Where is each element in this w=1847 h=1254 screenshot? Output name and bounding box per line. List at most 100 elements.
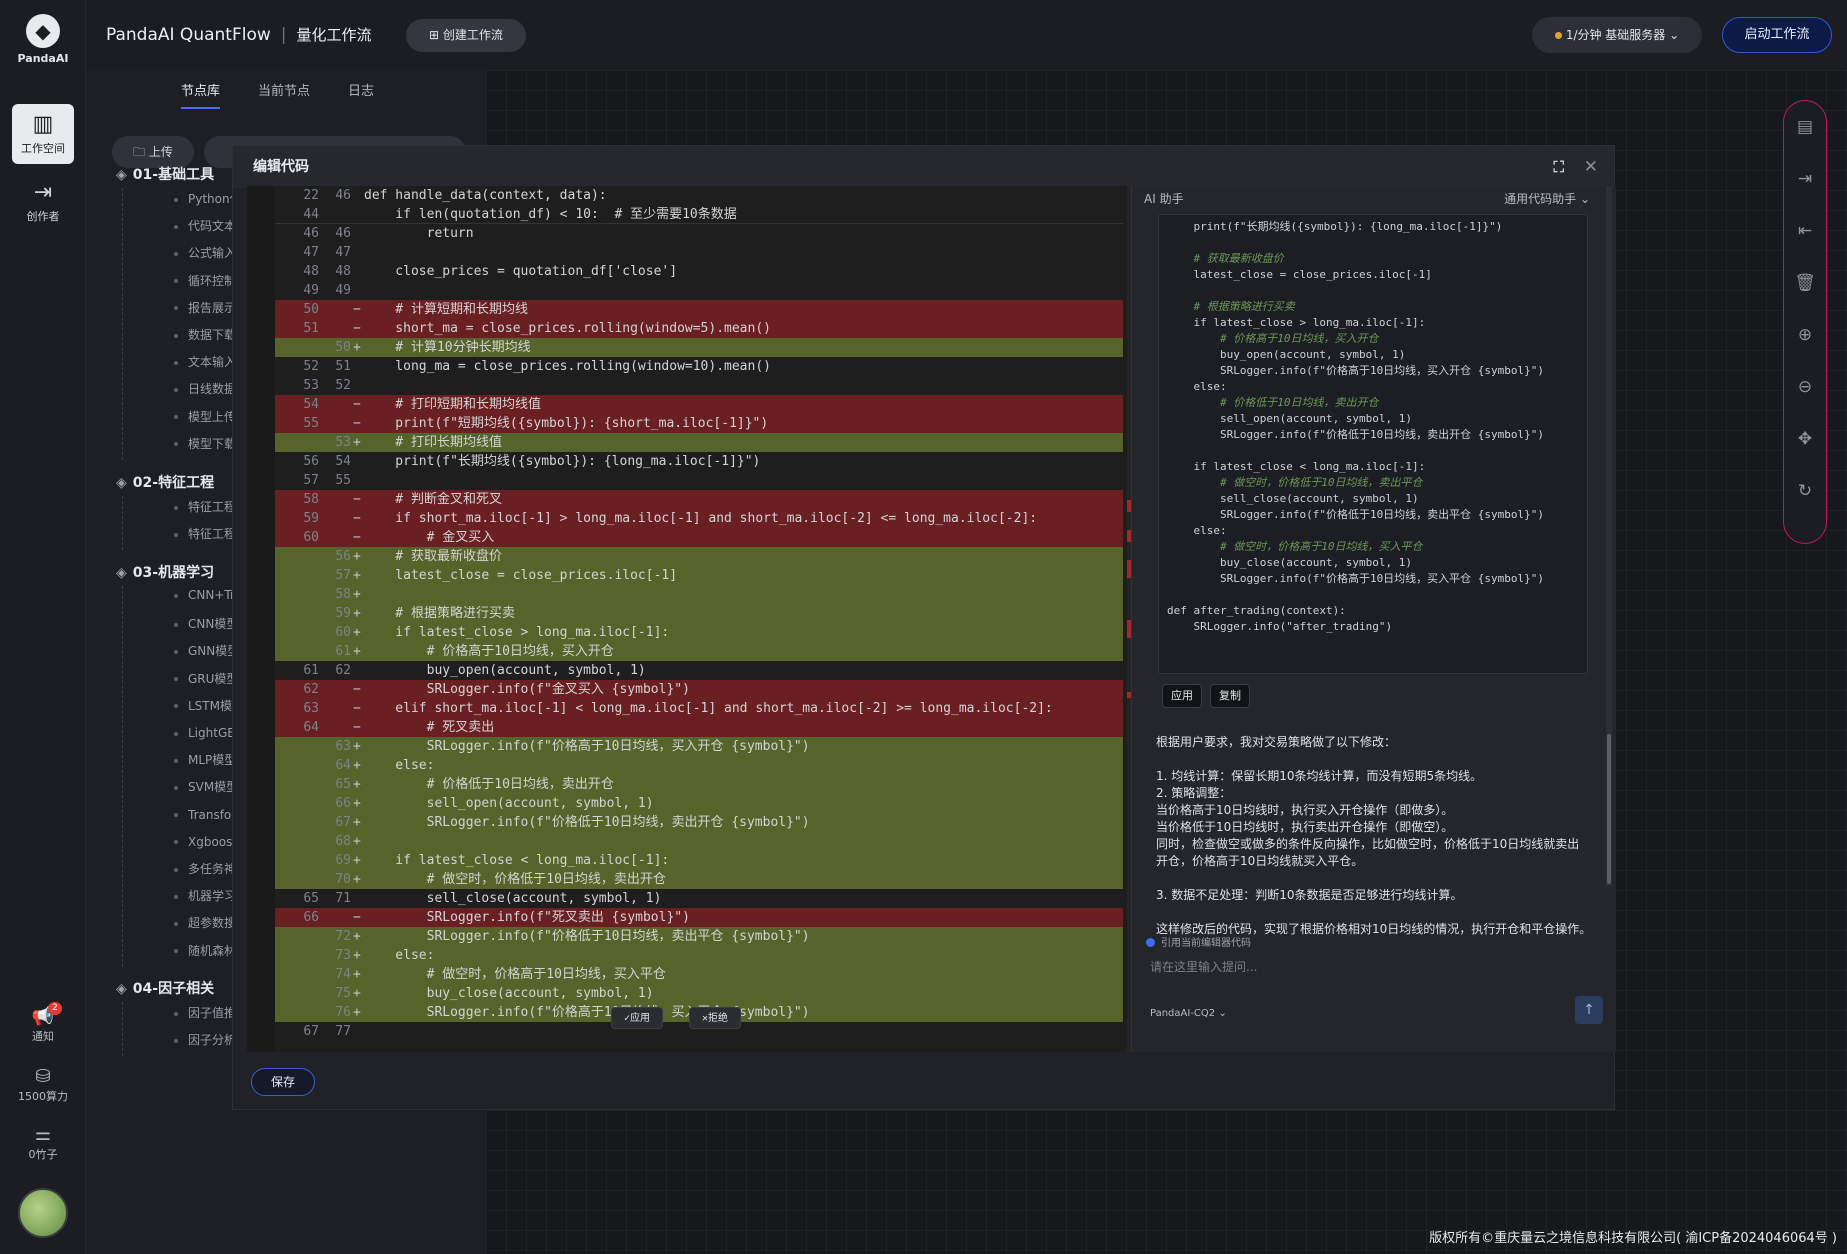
- start-workflow-button[interactable]: 启动工作流: [1722, 17, 1832, 53]
- code-line[interactable]: 61 62 buy_open(account, symbol, 1): [275, 661, 1123, 680]
- node-item[interactable]: 文本输入: [174, 353, 236, 370]
- nav-creator[interactable]: ⇥ 创作者: [12, 172, 74, 232]
- code-line[interactable]: 50− # 计算短期和长期均线: [275, 300, 1123, 319]
- copy-code-button[interactable]: 复制: [1210, 684, 1250, 708]
- node-item[interactable]: 模型下载: [174, 435, 236, 452]
- tab-node-library[interactable]: 节点库: [181, 80, 221, 109]
- notifications[interactable]: 📢 2 通知: [8, 1002, 78, 1044]
- node-item[interactable]: 循环控制: [174, 272, 236, 289]
- node-item[interactable]: 多任务神经网络: [174, 860, 236, 877]
- code-line[interactable]: 69 + if latest_close < long_ma.iloc[-1]:: [275, 851, 1123, 870]
- save-button[interactable]: 保存: [251, 1068, 315, 1096]
- code-line[interactable]: 72 + SRLogger.info(f"价格低于10日均线，卖出平仓 {symb…: [275, 927, 1123, 946]
- code-line[interactable]: 50 + # 计算10分钟长期均线: [275, 338, 1123, 357]
- export-icon[interactable]: ⇥: [1784, 153, 1826, 205]
- code-line[interactable]: 53 52: [275, 376, 1123, 395]
- category-header[interactable]: ◈ 02-特征工程: [116, 472, 214, 492]
- code-line[interactable]: 70 + # 做空时，价格低于10日均线，卖出开仓: [275, 870, 1123, 889]
- code-line[interactable]: 56 54 print(f"长期均线({symbol}): {long_ma.il…: [275, 452, 1123, 471]
- code-line[interactable]: 64 + else:: [275, 756, 1123, 775]
- node-item[interactable]: SVM模型: [174, 778, 236, 795]
- code-line[interactable]: 66− SRLogger.info(f"死叉卖出 {symbol}"): [275, 908, 1123, 927]
- assistant-mode-select[interactable]: 通用代码助手 ⌄: [1504, 186, 1590, 212]
- code-line[interactable]: 59 + # 根据策略进行买卖: [275, 604, 1123, 623]
- code-line[interactable]: 68 +: [275, 832, 1123, 851]
- code-line[interactable]: 46 46 return: [275, 224, 1123, 243]
- zoom-in-icon[interactable]: ⊕: [1784, 309, 1826, 361]
- node-item[interactable]: 代码文本输入: [174, 217, 236, 234]
- code-line[interactable]: 66 + sell_open(account, symbol, 1): [275, 794, 1123, 813]
- node-item[interactable]: 报告展示: [174, 299, 236, 316]
- import-icon[interactable]: ⇤: [1784, 205, 1826, 257]
- trash-icon[interactable]: 🗑: [1784, 257, 1826, 309]
- zoom-out-icon[interactable]: ⊖: [1784, 361, 1826, 413]
- node-item[interactable]: GNN模型: [174, 642, 236, 659]
- code-line[interactable]: 47 47: [275, 243, 1123, 262]
- node-item[interactable]: CNN+Transformer: [174, 588, 236, 602]
- code-line[interactable]: 65 + # 价格低于10日均线，卖出开仓: [275, 775, 1123, 794]
- node-item[interactable]: 公式输入: [174, 244, 236, 261]
- code-line[interactable]: 48 48 close_prices = quotation_df['close'…: [275, 262, 1123, 281]
- node-item[interactable]: LSTM模型: [174, 697, 236, 714]
- save-icon[interactable]: ▤: [1784, 101, 1826, 153]
- create-workflow-button[interactable]: ⊞ 创建工作流: [406, 19, 526, 52]
- code-line[interactable]: 54− # 打印短期和长期均线值: [275, 395, 1123, 414]
- code-line[interactable]: 51− short_ma = close_prices.rolling(wind…: [275, 319, 1123, 338]
- server-selector[interactable]: 1/分钟 基础服务器 ⌄: [1532, 17, 1702, 53]
- code-line[interactable]: 60− # 金叉买入: [275, 528, 1123, 547]
- code-line[interactable]: 67 + SRLogger.info(f"价格低于10日均线，卖出开仓 {symb…: [275, 813, 1123, 832]
- code-line[interactable]: 63− elif short_ma.iloc[-1] < long_ma.ilo…: [275, 699, 1123, 718]
- code-line[interactable]: 58 +: [275, 585, 1123, 604]
- node-item[interactable]: 特征工程构建: [174, 525, 236, 542]
- node-item[interactable]: 数据下载: [174, 326, 236, 343]
- category-header[interactable]: ◈ 03-机器学习: [116, 562, 214, 582]
- ai-question-input[interactable]: 请在这里输入提问...: [1150, 958, 1257, 975]
- node-item[interactable]: Xgboost模型: [174, 833, 236, 850]
- code-line[interactable]: 58− # 判断金叉和死叉: [275, 490, 1123, 509]
- refresh-icon[interactable]: ↻: [1784, 465, 1826, 517]
- code-line[interactable]: 61 + # 价格高于10日均线，买入开仓: [275, 642, 1123, 661]
- code-line[interactable]: 60 + if latest_close > long_ma.iloc[-1]:: [275, 623, 1123, 642]
- nav-workspace[interactable]: ▥ 工作空间: [12, 104, 74, 164]
- code-line[interactable]: 75 + buy_close(account, symbol, 1): [275, 984, 1123, 1003]
- code-line[interactable]: 73 + else:: [275, 946, 1123, 965]
- node-item[interactable]: Python代码: [174, 190, 236, 207]
- node-item[interactable]: 日线数据: [174, 380, 236, 397]
- fullscreen-icon[interactable]: ⛶: [1553, 146, 1564, 188]
- code-line[interactable]: 63 + SRLogger.info(f"价格高于10日均线，买入开仓 {symb…: [275, 737, 1123, 756]
- tab-logs[interactable]: 日志: [348, 80, 374, 107]
- close-icon[interactable]: ✕: [1584, 146, 1598, 188]
- code-line[interactable]: 57 + latest_close = close_prices.iloc[-1]: [275, 566, 1123, 585]
- node-item[interactable]: GRU模型: [174, 670, 236, 687]
- node-item[interactable]: Transformer模型: [174, 806, 236, 823]
- code-line[interactable]: 59− if short_ma.iloc[-1] > long_ma.iloc[…: [275, 509, 1123, 528]
- compute-credits[interactable]: ⛁ 1500算力: [8, 1066, 78, 1104]
- inline-reject-button[interactable]: ✕拒绝: [689, 1007, 742, 1029]
- code-line[interactable]: 55− print(f"短期均线({symbol}): {short_ma.il…: [275, 414, 1123, 433]
- bamboo-coins[interactable]: ⚌ 0竹子: [8, 1124, 78, 1162]
- category-header[interactable]: ◈04-因子相关14: [116, 978, 447, 998]
- inline-accept-button[interactable]: ✓应用: [611, 1007, 664, 1029]
- code-line[interactable]: 74 + # 做空时，价格高于10日均线，买入平仓: [275, 965, 1123, 984]
- app-logo[interactable]: ◆ PandaAI: [14, 14, 72, 72]
- node-item[interactable]: CNN模型: [174, 615, 236, 632]
- code-line[interactable]: 62− SRLogger.info(f"金叉买入 {symbol}"): [275, 680, 1123, 699]
- node-item[interactable]: MLP模型: [174, 751, 236, 768]
- category-header[interactable]: ◈ 01-基础工具: [116, 164, 214, 184]
- send-arrow-icon[interactable]: ↑: [1575, 996, 1603, 1024]
- user-avatar[interactable]: [18, 1188, 68, 1238]
- node-item[interactable]: 超参数搜索: [174, 914, 236, 931]
- code-line[interactable]: 65 71 sell_close(account, symbol, 1): [275, 889, 1123, 908]
- reference-editor-toggle[interactable]: 引用当前编辑器代码: [1146, 934, 1251, 949]
- node-item[interactable]: LightGBM模型: [174, 724, 236, 741]
- code-line[interactable]: 53 + # 打印长期均线值: [275, 433, 1123, 452]
- code-line[interactable]: 56 + # 获取最新收盘价: [275, 547, 1123, 566]
- code-line[interactable]: 52 51 long_ma = close_prices.rolling(wind…: [275, 357, 1123, 376]
- code-line[interactable]: 64− # 死叉卖出: [275, 718, 1123, 737]
- model-select[interactable]: PandaAI-CQ2 ⌄: [1150, 1008, 1227, 1019]
- node-item[interactable]: 机器学习模型: [174, 887, 236, 904]
- code-line[interactable]: 57 55: [275, 471, 1123, 490]
- move-icon[interactable]: ✥: [1784, 413, 1826, 465]
- code-line[interactable]: 49 49: [275, 281, 1123, 300]
- ai-scrollbar[interactable]: [1606, 186, 1612, 886]
